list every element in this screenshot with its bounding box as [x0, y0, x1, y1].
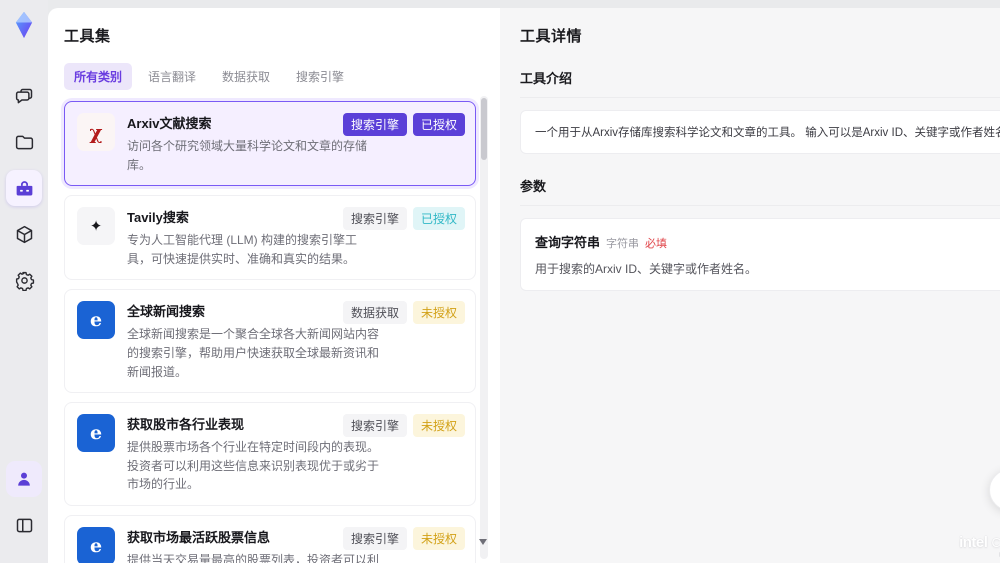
param-description: 用于搜索的Arxiv ID、关键字或作者姓名。: [535, 262, 758, 276]
detail-title: 工具详情: [520, 28, 583, 45]
tool-detail-pane: 工具详情 工具介绍 一个用于从Arxiv存储库搜索科学论文和文章的工具。 输入可…: [500, 8, 1000, 563]
app-logo-icon: [7, 8, 41, 42]
sidebar-item-settings[interactable]: [6, 262, 42, 298]
tab-language-translation[interactable]: 语言翻译: [138, 63, 206, 90]
gear-icon: [14, 270, 35, 291]
tool-card-active-stocks[interactable]: e 获取市场最活跃股票信息 提供当天交易量最高的股票列表，投资者可以利用这些信息…: [64, 514, 476, 563]
cube-icon: [14, 224, 35, 245]
status-badge: 已授权: [412, 113, 465, 136]
sidebar-item-collapse[interactable]: [6, 507, 42, 543]
list-scrollbar[interactable]: [480, 96, 488, 559]
sidebar-item-models[interactable]: [6, 216, 42, 252]
news-search-icon: e: [77, 301, 115, 340]
category-badge: 搜索引擎: [342, 113, 407, 136]
scrollbar-thumb[interactable]: [481, 98, 487, 160]
tool-card-arxiv[interactable]: χ Arxiv文献搜索 访问各个研究领域大量科学论文和文章的存储库。 搜索引擎 …: [64, 101, 476, 187]
tavily-logo-icon: ✦: [77, 207, 115, 246]
tab-search-engine[interactable]: 搜索引擎: [286, 63, 354, 90]
app-window: 工具集 所有类别 语言翻译 数据获取 搜索引擎 χ Arxiv文献搜索 访问各个…: [0, 0, 1000, 563]
intro-text: 一个用于从Arxiv存储库搜索科学论文和文章的工具。 输入可以是Arxiv ID…: [535, 127, 1000, 139]
tool-list-pane: 工具集 所有类别 语言翻译 数据获取 搜索引擎 χ Arxiv文献搜索 访问各个…: [48, 8, 500, 563]
tool-card-sector-performance[interactable]: e 获取股市各行业表现 提供股票市场各个行业在特定时间段内的表现。投资者可以利用…: [64, 402, 476, 506]
tool-description: 提供当天交易量最高的股票列表，投资者可以利用这些信息来识别流动性强的股票和潜在的…: [127, 552, 380, 563]
tool-card-global-news[interactable]: e 全球新闻搜索 全球新闻搜索是一个聚合全球各大新闻网站内容的搜索引擎，帮助用户…: [64, 289, 476, 394]
sidebar-rail: [0, 0, 48, 563]
status-badge: 未授权: [412, 526, 465, 550]
sidebar-item-tools[interactable]: [6, 170, 42, 206]
param-type: 字符串: [606, 238, 640, 250]
category-badge: 数据获取: [342, 301, 407, 325]
tool-description: 专为人工智能代理 (LLM) 构建的搜索引擎工具，可快速提供实时、准确和真实的结…: [127, 233, 358, 266]
sidebar-item-chat[interactable]: [6, 78, 42, 114]
intro-heading: 工具介绍: [520, 68, 1000, 98]
sidebar-item-account[interactable]: [6, 461, 42, 497]
intro-box: 一个用于从Arxiv存储库搜索科学论文和文章的工具。 输入可以是Arxiv ID…: [520, 110, 1000, 154]
arxiv-logo-icon: χ: [77, 113, 115, 151]
param-box: 查询字符串 字符串 必填 用于搜索的Arxiv ID、关键字或作者姓名。: [520, 218, 1000, 291]
tool-description: 访问各个研究领域大量科学论文和文章的存储库。: [127, 139, 368, 172]
sidebar-item-files[interactable]: [6, 124, 42, 160]
params-heading: 参数: [520, 176, 1000, 206]
folder-icon: [14, 132, 35, 153]
category-tabs: 所有类别 语言翻译 数据获取 搜索引擎: [64, 63, 490, 90]
category-badge: 搜索引擎: [342, 526, 407, 550]
status-badge: 未授权: [412, 301, 465, 325]
scroll-down-arrow-icon[interactable]: [479, 539, 487, 545]
page-title: 工具集: [64, 28, 111, 45]
download-button[interactable]: [989, 469, 1000, 511]
stock-sector-icon: e: [77, 414, 115, 453]
param-required-label: 必填: [645, 238, 668, 250]
tab-data-fetch[interactable]: 数据获取: [212, 63, 280, 90]
tool-description: 提供股票市场各个行业在特定时间段内的表现。投资者可以利用这些信息来识别表现优于或…: [127, 440, 380, 492]
toolbox-icon: [14, 178, 35, 199]
category-badge: 搜索引擎: [342, 207, 407, 231]
tool-card-tavily[interactable]: ✦ Tavily搜索 专为人工智能代理 (LLM) 构建的搜索引擎工具，可快速提…: [64, 195, 476, 281]
status-badge: 已授权: [412, 207, 465, 231]
active-stocks-icon: e: [77, 526, 115, 563]
tool-list: χ Arxiv文献搜索 访问各个研究领域大量科学论文和文章的存储库。 搜索引擎 …: [64, 101, 490, 563]
intel-core-badge: intelCORE: [959, 534, 1000, 551]
status-badge: 未授权: [412, 414, 465, 438]
chat-icon: [14, 86, 35, 107]
panel-toggle-icon: [14, 515, 35, 536]
param-name: 查询字符串: [535, 235, 601, 250]
category-badge: 搜索引擎: [342, 414, 407, 438]
tab-all-categories[interactable]: 所有类别: [64, 63, 133, 90]
user-icon: [14, 469, 34, 489]
tool-description: 全球新闻搜索是一个聚合全球各大新闻网站内容的搜索引擎，帮助用户快速获取全球最新资…: [127, 327, 380, 379]
